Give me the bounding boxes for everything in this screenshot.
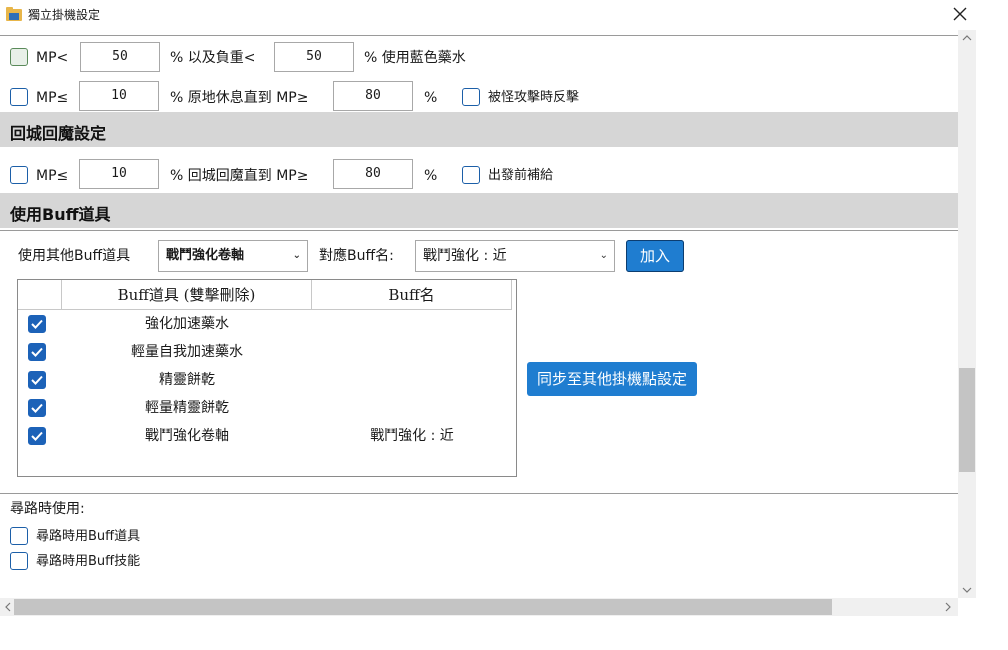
row-checkbox[interactable] bbox=[28, 399, 46, 417]
table-header-buff: Buff名 bbox=[312, 280, 512, 310]
town-return-suffix: % bbox=[424, 168, 438, 184]
table-header-check bbox=[18, 280, 62, 310]
mp-potion-mid-label: % 以及負重< bbox=[170, 50, 256, 66]
row-checkbox[interactable] bbox=[28, 427, 46, 445]
town-section-header: 回城回魔設定 bbox=[0, 112, 958, 147]
mp-rest-threshold-input[interactable]: 10 bbox=[79, 81, 159, 111]
table-row[interactable]: 輕量自我加速藥水 bbox=[18, 338, 516, 366]
table-row[interactable]: 精靈餅乾 bbox=[18, 366, 516, 394]
buff-section-title: 使用Buff道具 bbox=[10, 205, 111, 224]
mp-rest-mid-label: % 原地休息直到 MP≥ bbox=[170, 90, 309, 106]
buff-item-select-value: 戰鬥強化卷軸 bbox=[166, 248, 245, 263]
buff-divider bbox=[0, 230, 958, 231]
check-icon bbox=[31, 319, 43, 329]
mp-potion-suffix: % 使用藍色藥水 bbox=[364, 50, 466, 66]
pathing-divider bbox=[0, 493, 958, 494]
check-icon bbox=[31, 403, 43, 413]
row-item: 輕量自我加速藥水 bbox=[131, 344, 243, 360]
town-section-title: 回城回魔設定 bbox=[10, 124, 107, 143]
row-checkbox[interactable] bbox=[28, 315, 46, 333]
row-buff: 戰鬥強化 : 近 bbox=[370, 428, 454, 444]
check-icon bbox=[31, 375, 43, 385]
town-return-mid-label: % 回城回魔直到 MP≥ bbox=[170, 168, 309, 184]
sync-settings-button[interactable]: 同步至其他掛機點設定 bbox=[527, 362, 697, 396]
mp-potion-prefix: MP< bbox=[36, 50, 69, 66]
title-bar: 獨立掛機設定 bbox=[0, 0, 976, 30]
vertical-scrollbar[interactable] bbox=[958, 30, 976, 598]
top-divider bbox=[0, 35, 958, 36]
table-row[interactable]: 輕量精靈餅乾 bbox=[18, 394, 516, 422]
pathing-buff-skill-label: 尋路時用Buff技能 bbox=[36, 554, 141, 569]
folder-app-icon bbox=[6, 7, 22, 21]
settings-window: 獨立掛機設定 MP< 50 % 以及負重< 50 % 使用藍色藥水 MP≤ 10… bbox=[0, 0, 976, 616]
row-checkbox[interactable] bbox=[28, 371, 46, 389]
mp-potion-threshold-input[interactable]: 50 bbox=[80, 42, 160, 72]
table-row[interactable]: 強化加速藥水 bbox=[18, 310, 516, 338]
mp-rest-checkbox[interactable] bbox=[10, 88, 28, 106]
buff-section-header: 使用Buff道具 bbox=[0, 193, 958, 228]
vertical-scroll-thumb[interactable] bbox=[959, 368, 975, 472]
buff-item-select[interactable]: 戰鬥強化卷軸 ⌄ bbox=[158, 240, 308, 272]
window-title: 獨立掛機設定 bbox=[28, 8, 101, 22]
add-buff-button[interactable]: 加入 bbox=[626, 240, 684, 272]
close-icon[interactable] bbox=[953, 7, 967, 21]
scroll-up-icon[interactable] bbox=[962, 34, 972, 42]
row-item: 戰鬥強化卷軸 bbox=[145, 428, 229, 444]
row-item: 輕量精靈餅乾 bbox=[145, 400, 229, 416]
horizontal-scrollbar[interactable] bbox=[0, 598, 958, 616]
buff-name-select[interactable]: 戰鬥強化 : 近 ⌄ bbox=[415, 240, 615, 272]
mp-rest-prefix: MP≤ bbox=[36, 90, 69, 106]
table-row[interactable]: 戰鬥強化卷軸 戰鬥強化 : 近 bbox=[18, 422, 516, 450]
pathing-buff-item-label: 尋路時用Buff道具 bbox=[36, 529, 141, 544]
scroll-left-icon[interactable] bbox=[4, 602, 12, 612]
town-return-checkbox[interactable] bbox=[10, 166, 28, 184]
chevron-down-icon: ⌄ bbox=[599, 250, 608, 261]
buff-name-select-value: 戰鬥強化 : 近 bbox=[423, 248, 507, 264]
other-buff-item-label: 使用其他Buff道具 bbox=[18, 248, 131, 264]
check-icon bbox=[31, 431, 43, 441]
horizontal-scroll-thumb[interactable] bbox=[14, 599, 832, 615]
check-icon bbox=[31, 347, 43, 357]
mp-potion-checkbox[interactable] bbox=[10, 48, 28, 66]
mp-rest-suffix: % bbox=[424, 90, 438, 106]
pathing-buff-skill-checkbox[interactable] bbox=[10, 552, 28, 570]
chevron-down-icon: ⌄ bbox=[292, 250, 301, 261]
weight-threshold-input[interactable]: 50 bbox=[274, 42, 354, 72]
close-button[interactable] bbox=[944, 1, 976, 27]
buff-name-label: 對應Buff名: bbox=[319, 248, 394, 264]
town-return-target-input[interactable]: 80 bbox=[333, 159, 413, 189]
town-return-prefix: MP≤ bbox=[36, 168, 69, 184]
pathing-buff-item-checkbox[interactable] bbox=[10, 527, 28, 545]
scroll-right-icon[interactable] bbox=[944, 602, 952, 612]
row-item: 強化加速藥水 bbox=[145, 316, 229, 332]
pathing-section-title: 尋路時使用: bbox=[10, 501, 85, 517]
row-checkbox[interactable] bbox=[28, 343, 46, 361]
table-header-item: Buff道具 (雙擊刪除) bbox=[62, 280, 312, 310]
counter-attack-label: 被怪攻擊時反擊 bbox=[488, 90, 580, 105]
mp-rest-target-input[interactable]: 80 bbox=[333, 81, 413, 111]
resupply-label: 出發前補給 bbox=[488, 168, 554, 183]
counter-attack-checkbox[interactable] bbox=[462, 88, 480, 106]
town-return-threshold-input[interactable]: 10 bbox=[79, 159, 159, 189]
scroll-down-icon[interactable] bbox=[962, 586, 972, 594]
row-item: 精靈餅乾 bbox=[159, 372, 215, 388]
resupply-checkbox[interactable] bbox=[462, 166, 480, 184]
buff-item-table: Buff道具 (雙擊刪除) Buff名 強化加速藥水 輕量自我加速藥水 精靈餅乾… bbox=[17, 279, 517, 477]
